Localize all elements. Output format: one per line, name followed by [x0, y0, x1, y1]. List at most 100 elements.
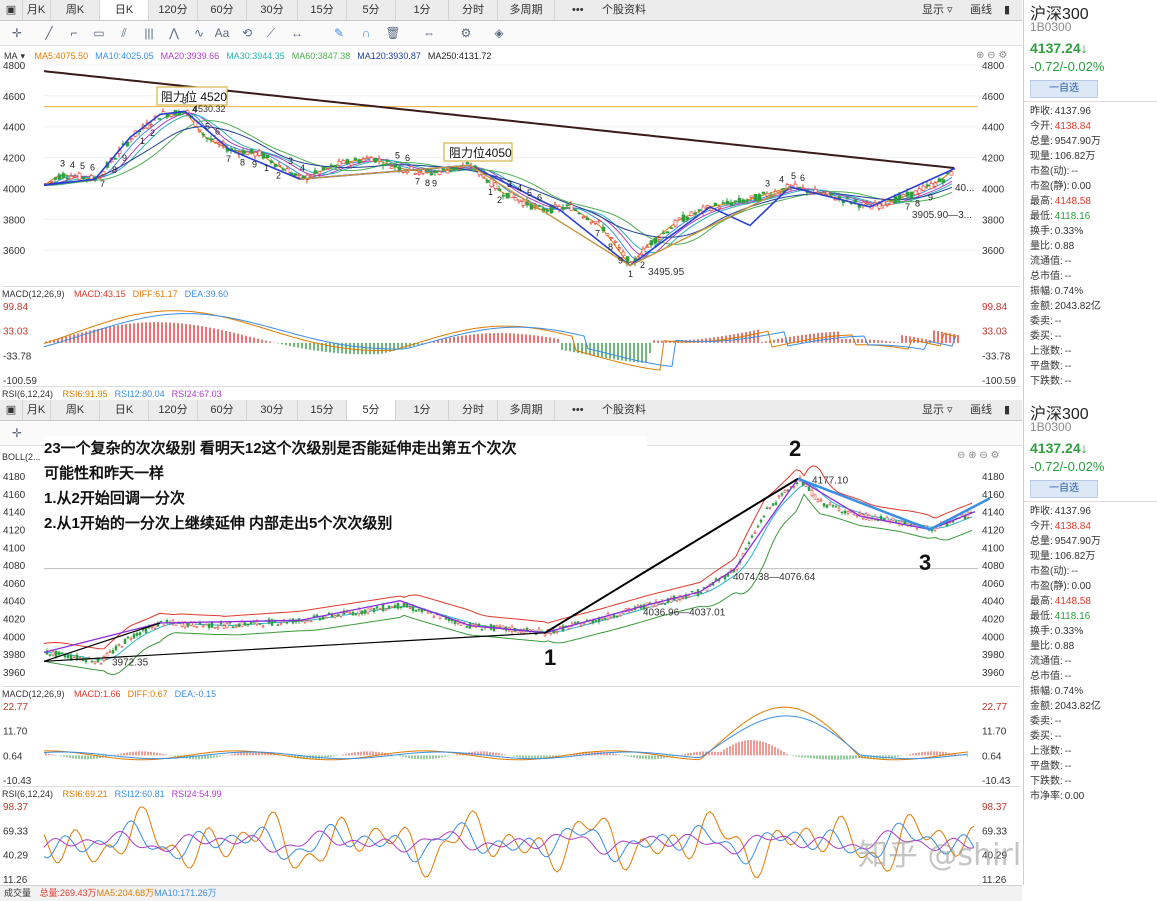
- bottom-draw-button[interactable]: 画线: [970, 400, 992, 420]
- quote-value: 4148.58: [1054, 196, 1091, 207]
- candle-body: [905, 191, 910, 197]
- window-toggle-icon-2[interactable]: ▣: [0, 400, 23, 420]
- magnet-icon[interactable]: ∩: [357, 24, 375, 42]
- zoom-minus-icon[interactable]: ⊖: [957, 450, 965, 461]
- crosshair-icon[interactable]: ✛: [8, 24, 26, 42]
- bottom-display-button[interactable]: 显示 ▿: [922, 400, 953, 420]
- arrows-tool-icon[interactable]: ↔: [288, 24, 306, 42]
- top-tab-7[interactable]: 5分: [347, 0, 396, 20]
- bottom-tab-6[interactable]: 15分: [298, 400, 347, 420]
- quote-key: 上涨数:: [1030, 746, 1063, 757]
- quote-value: 4137.96: [1054, 506, 1091, 517]
- quote-bottom-row-19: 市净率: 0.00: [1030, 789, 1154, 804]
- quote-value: --: [1064, 256, 1072, 267]
- rect-tool-icon[interactable]: ▭: [90, 24, 108, 42]
- top-tab-4[interactable]: 60分: [198, 0, 247, 20]
- candle-body: [594, 620, 598, 622]
- point-label-2-overlay: 2: [789, 436, 802, 461]
- candle-body: [705, 204, 710, 208]
- bottom-tab-8[interactable]: 1分: [396, 400, 449, 420]
- candle-body: [725, 200, 730, 205]
- wave-icon[interactable]: ∿: [190, 24, 208, 42]
- top-tab-9[interactable]: 分时: [449, 0, 498, 20]
- quote-bottom-watchlist-button[interactable]: 一自选: [1030, 480, 1098, 498]
- gann-tool-icon[interactable]: ⟋: [262, 24, 280, 42]
- channel-tool-icon[interactable]: ⫽: [115, 24, 133, 42]
- move-icon[interactable]: ⇔: [420, 24, 438, 42]
- top-tab-2[interactable]: 日K: [100, 0, 149, 20]
- bottom-tab-3[interactable]: 120分: [149, 400, 198, 420]
- candle-body: [689, 211, 694, 217]
- top-tab-6[interactable]: 15分: [298, 0, 347, 20]
- candle-body: [600, 617, 604, 620]
- polyline-icon[interactable]: ⋀: [165, 24, 183, 42]
- top-tab-0[interactable]: 月K: [22, 0, 51, 20]
- bottom-tab-5[interactable]: 30分: [247, 400, 298, 420]
- quote-bottom-divider: [1024, 501, 1157, 502]
- bottom-tab-2[interactable]: 日K: [100, 400, 149, 420]
- candle-body: [201, 625, 205, 627]
- candle-body: [733, 200, 738, 203]
- pen-icon[interactable]: ✎: [330, 24, 348, 42]
- candle-body: [321, 616, 325, 620]
- bottom-tab-9[interactable]: 分时: [449, 400, 498, 420]
- candle-body: [558, 626, 562, 628]
- bottom-tab-1[interactable]: 周K: [51, 400, 100, 420]
- layers-icon[interactable]: ◈: [490, 24, 508, 42]
- candle-body: [753, 532, 757, 534]
- candle-body: [765, 507, 769, 510]
- bottom-tab-4[interactable]: 60分: [198, 400, 247, 420]
- trash-icon[interactable]: 🗑: [384, 24, 402, 42]
- crosshair-icon-2[interactable]: ✛: [8, 424, 26, 442]
- analysis-line-2: 可能性和昨天一样: [44, 465, 165, 482]
- bottom-tab-7[interactable]: 5分: [347, 400, 396, 420]
- line-tool-icon[interactable]: ╱: [40, 24, 58, 42]
- rsi-tick-left: 98.37: [3, 802, 28, 813]
- window-toggle-icon[interactable]: ▣: [0, 0, 23, 20]
- zoom-in-icon-2[interactable]: ⊕: [968, 450, 976, 461]
- fibonacci-icon[interactable]: |||: [140, 24, 158, 42]
- bottom-window-icon[interactable]: ▮: [1004, 400, 1010, 420]
- quote-bottom-row-5: 市盈(静): 0.00: [1030, 579, 1154, 594]
- top-tab-1[interactable]: 周K: [51, 0, 100, 20]
- zoom-out-icon-2[interactable]: ⊖: [979, 450, 987, 461]
- top-tab-10[interactable]: 多周期: [498, 0, 555, 20]
- quote-top-watchlist-button[interactable]: 一自选: [1030, 80, 1098, 98]
- bottom-tab-10[interactable]: 多周期: [498, 400, 555, 420]
- candle-body: [258, 623, 262, 625]
- ray-tool-icon[interactable]: ⌐: [65, 24, 83, 42]
- candle-body: [101, 171, 106, 175]
- candle-body: [913, 190, 918, 196]
- panel-settings-icon-2[interactable]: ⚙: [991, 450, 1000, 461]
- settings-gear-icon[interactable]: ⚙: [457, 24, 475, 42]
- quote-top-row-14: 委卖: --: [1030, 314, 1154, 329]
- bottom-tab-0[interactable]: 月K: [22, 400, 51, 420]
- candle-body: [129, 138, 134, 141]
- top-display-button[interactable]: 显示 ▿: [922, 0, 953, 20]
- quote-bottom-row-8: 换手: 0.33%: [1030, 624, 1154, 639]
- bottom-more-button[interactable]: •••: [572, 400, 584, 420]
- circle-tool-icon[interactable]: ⟲: [238, 24, 256, 42]
- count-label: 2: [150, 128, 155, 138]
- top-more-button[interactable]: •••: [572, 0, 584, 20]
- top-stock-info-tab[interactable]: 个股资料: [602, 0, 646, 20]
- candle-body: [234, 626, 238, 628]
- candle-body: [573, 209, 578, 211]
- top-draw-button[interactable]: 画线: [970, 0, 992, 20]
- top-window-icon[interactable]: ▮: [1004, 0, 1010, 20]
- candle-body: [795, 482, 799, 485]
- bottom-stock-info-tab[interactable]: 个股资料: [602, 400, 646, 420]
- text-tool-icon[interactable]: Aa: [213, 24, 231, 42]
- top-tab-3[interactable]: 120分: [149, 0, 198, 20]
- quote-value: 4118.16: [1054, 611, 1091, 622]
- top-tab-8[interactable]: 1分: [396, 0, 449, 20]
- bottom-macd-legend: MACD(12,26,9) MACD:1.66 DIFF:0.67 DEA:-0.1…: [2, 686, 1020, 701]
- candle-body: [825, 504, 829, 508]
- top-tab-5[interactable]: 30分: [247, 0, 298, 20]
- candle-body: [75, 654, 79, 660]
- quote-top-row-1: 今开: 4138.84: [1030, 119, 1154, 134]
- quote-bottom-row-18: 下跌数: --: [1030, 774, 1154, 789]
- macd-settings-icon[interactable]: ⚙: [1008, 300, 1017, 301]
- candle-body: [681, 596, 685, 599]
- candle-body: [525, 628, 529, 631]
